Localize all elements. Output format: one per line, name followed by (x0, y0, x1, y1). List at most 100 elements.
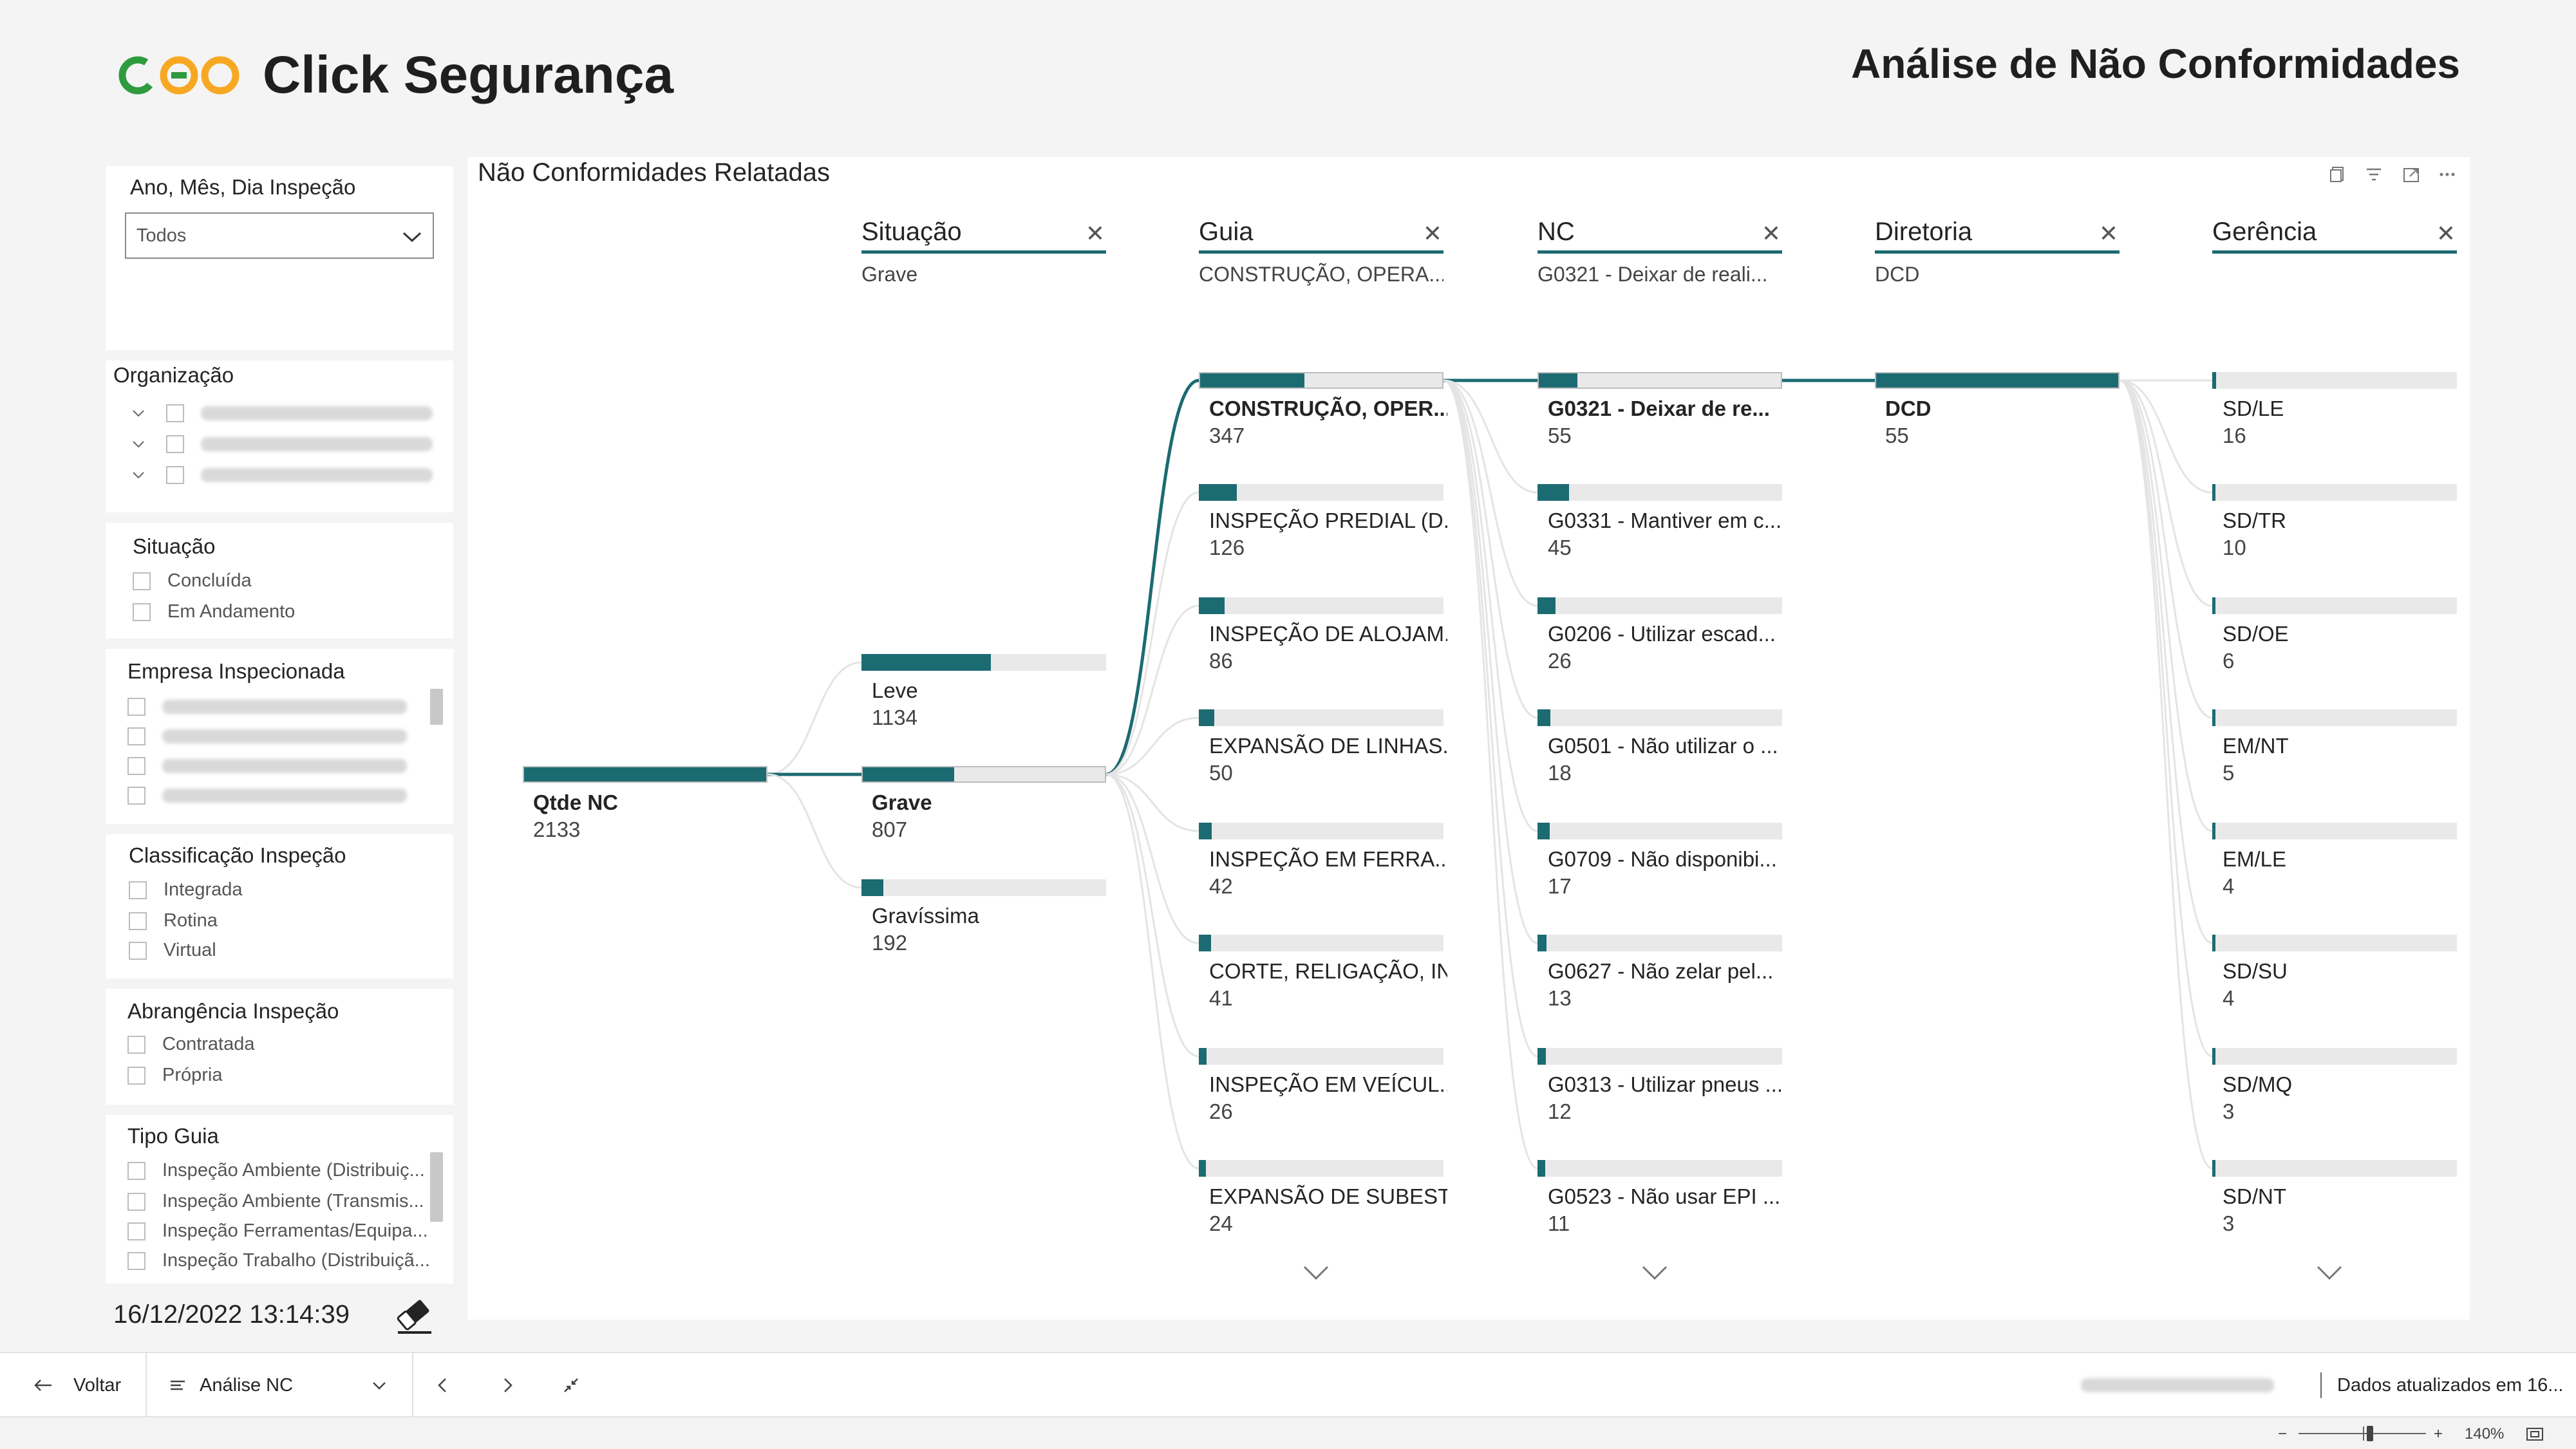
node-bar-fill (1876, 373, 2118, 388)
tree-node-guia[interactable]: EXPANSÃO DE SUBEST... 24 (1199, 1160, 1447, 1236)
tree-node-gerencia[interactable]: SD/MQ 3 (2212, 1048, 2457, 1124)
redacted-text (2081, 1378, 2274, 1392)
node-value: 17 (1548, 874, 1572, 898)
page-selector[interactable]: Análise NC (169, 1353, 388, 1417)
tree-node-nc[interactable]: G0321 - Deixar de re... 55 (1537, 372, 1782, 448)
fit-page-button[interactable] (2525, 1417, 2544, 1449)
tree-node-nc[interactable]: G0627 - Não zelar pel... 13 (1537, 935, 1782, 1011)
tree-node-guia[interactable]: INSPEÇÃO DE ALOJAM... 86 (1199, 597, 1447, 673)
tree-node-gerencia[interactable]: EM/NT 5 (2212, 709, 2457, 785)
node-bar (2212, 372, 2457, 389)
fit-to-page-button[interactable] (561, 1353, 581, 1417)
zoom-slider-thumb[interactable] (2367, 1426, 2373, 1441)
node-bar (1199, 709, 1443, 726)
back-button[interactable]: Voltar (32, 1353, 121, 1417)
node-value: 3 (2223, 1099, 2235, 1123)
tree-node-situacao[interactable]: Leve 1134 (861, 654, 1106, 730)
node-bar-fill (1199, 484, 1237, 501)
chevron-down-icon[interactable] (1641, 1263, 1669, 1282)
node-bar-fill (2212, 709, 2215, 726)
node-value: 12 (1548, 1099, 1572, 1123)
node-label: G0206 - Utilizar escad... (1548, 622, 1776, 646)
tree-node-nc[interactable]: G0206 - Utilizar escad... 26 (1537, 597, 1782, 673)
close-icon[interactable]: ✕ (1086, 220, 1105, 247)
node-bar-fill (1537, 484, 1570, 501)
node-label: EM/NT (2223, 734, 2289, 758)
tree-node-guia[interactable]: INSPEÇÃO PREDIAL (D... 126 (1199, 484, 1447, 560)
node-bar-fill (1199, 823, 1212, 839)
node-value: 807 (872, 818, 908, 841)
tree-node-nc[interactable]: G0313 - Utilizar pneus ... 12 (1537, 1048, 1783, 1124)
node-bar (1537, 1160, 1782, 1177)
connector (1105, 773, 1199, 1170)
tree-node-gerencia[interactable]: SD/TR 10 (2212, 484, 2457, 560)
close-icon[interactable]: ✕ (2436, 220, 2456, 247)
connector (2119, 379, 2213, 607)
node-value: 50 (1209, 761, 1233, 785)
node-bar-fill (2212, 935, 2215, 951)
node-value: 10 (2223, 536, 2246, 559)
tree-node-nc[interactable]: G0501 - Não utilizar o ... 18 (1537, 709, 1782, 785)
active-connector (1105, 379, 1199, 776)
tree-node-guia[interactable]: CONSTRUÇÃO, OPER... 347 (1199, 372, 1447, 448)
tree-node-situacao[interactable]: Grave 807 (861, 766, 1106, 842)
node-bar (1199, 597, 1443, 614)
node-bar-fill (861, 879, 884, 896)
tree-node-guia[interactable]: INSPEÇÃO EM FERRA... 42 (1199, 823, 1447, 899)
tree-node-gerencia[interactable]: SD/OE 6 (2212, 597, 2457, 673)
zoom-in-button[interactable]: + (2434, 1417, 2443, 1449)
node-value: 192 (872, 931, 908, 955)
node-bar (861, 654, 1106, 671)
zoom-out-button[interactable]: − (2278, 1417, 2287, 1449)
node-label: SD/LE (2223, 397, 2284, 420)
tree-node-gerencia[interactable]: SD/NT 3 (2212, 1160, 2457, 1236)
tree-node-guia[interactable]: CORTE, RELIGAÇÃO, IN... 41 (1199, 935, 1447, 1011)
node-label: Gravíssima (872, 904, 979, 928)
tree-node-root[interactable]: Qtde NC 2133 (523, 766, 767, 842)
node-value: 2133 (533, 818, 581, 841)
node-value: 13 (1548, 986, 1572, 1010)
next-page-button[interactable] (500, 1353, 515, 1417)
list-icon (171, 1380, 185, 1390)
node-bar (2212, 597, 2457, 614)
chevron-down-icon[interactable] (1302, 1263, 1330, 1282)
tree-node-nc[interactable]: G0709 - Não disponibi... 17 (1537, 823, 1782, 899)
connector (1105, 773, 1199, 1058)
close-icon[interactable]: ✕ (2099, 220, 2118, 247)
zoom-slider[interactable] (2299, 1417, 2426, 1449)
close-icon[interactable]: ✕ (1423, 220, 1442, 247)
tree-node-nc[interactable]: G0331 - Mantiver em c... 45 (1537, 484, 1782, 560)
node-bar-fill (863, 767, 955, 781)
level-selected-value: G0321 - Deixar de reali... (1537, 263, 1768, 286)
node-label: EXPANSÃO DE SUBEST... (1209, 1184, 1447, 1208)
node-label: CORTE, RELIGAÇÃO, IN... (1209, 959, 1447, 983)
tree-node-diretoria[interactable]: DCD 55 (1875, 372, 2120, 448)
tree-node-gerencia[interactable]: SD/LE 16 (2212, 372, 2457, 448)
tree-node-gerencia[interactable]: EM/LE 4 (2212, 823, 2457, 899)
node-value: 86 (1209, 649, 1233, 673)
close-icon[interactable]: ✕ (1762, 220, 1781, 247)
node-bar (1537, 709, 1782, 726)
node-label: G0321 - Deixar de re... (1548, 397, 1770, 420)
node-bar (1537, 597, 1782, 614)
node-label: EM/LE (2223, 847, 2287, 871)
node-bar (1537, 935, 1782, 951)
level-header-diretoria: Diretoria ✕ DCD (1875, 218, 2120, 286)
chevron-down-icon[interactable] (2315, 1263, 2344, 1282)
divider (2320, 1372, 2322, 1398)
data-updated-label[interactable]: Dados atualizados em 16... (2337, 1353, 2563, 1417)
tree-node-guia[interactable]: INSPEÇÃO EM VEÍCUL... 26 (1199, 1048, 1447, 1124)
previous-page-button[interactable] (435, 1353, 451, 1417)
connector (2119, 379, 2213, 944)
level-name: Gerência (2212, 218, 2317, 246)
tree-node-situacao[interactable]: Gravíssima 192 (861, 879, 1106, 955)
node-bar-fill (1539, 373, 1577, 388)
tree-node-guia[interactable]: EXPANSÃO DE LINHAS... 50 (1199, 709, 1447, 785)
connector (767, 773, 862, 889)
tree-node-gerencia[interactable]: SD/SU 4 (2212, 935, 2457, 1011)
level-name: Diretoria (1875, 218, 1973, 246)
tree-node-nc[interactable]: G0523 - Não usar EPI ... 11 (1537, 1160, 1782, 1236)
level-selected-value: CONSTRUÇÃO, OPERA... (1199, 263, 1443, 286)
node-bar-fill (1200, 373, 1304, 388)
node-label: EXPANSÃO DE LINHAS... (1209, 734, 1447, 758)
